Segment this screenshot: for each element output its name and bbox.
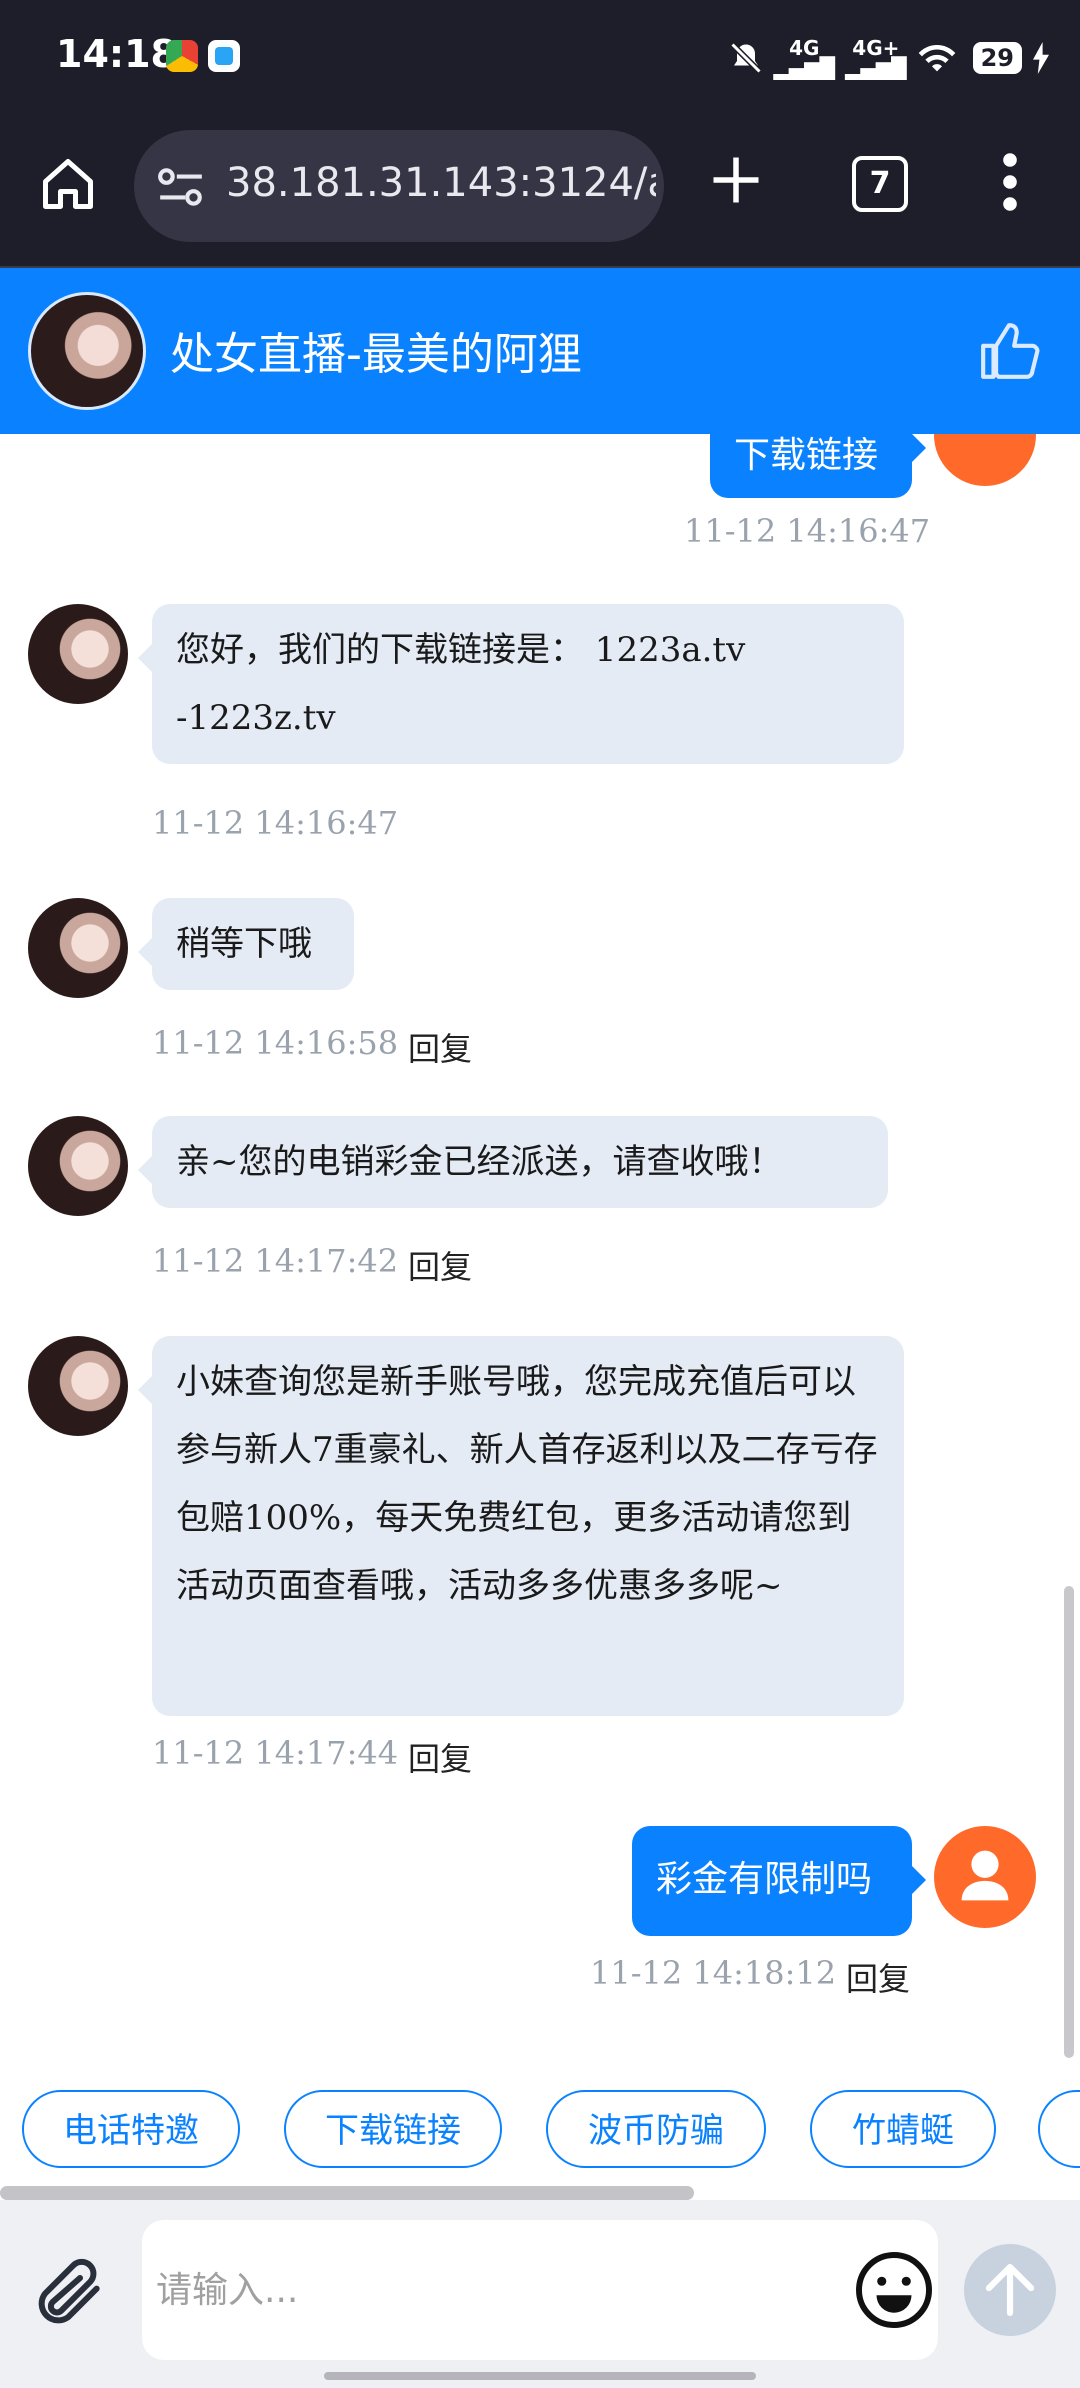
emoji-icon[interactable] <box>852 2248 936 2332</box>
reply-link[interactable]: 回复 <box>408 1734 472 1780</box>
plus-icon[interactable] <box>706 150 766 210</box>
chat-header: 处女直播-最美的阿狸 <box>0 268 1080 434</box>
reply-link[interactable]: 回复 <box>846 1954 910 2000</box>
message-text: 彩金有限制吗 <box>656 1859 873 1900</box>
more-vertical-icon[interactable] <box>990 152 1030 212</box>
url-text[interactable]: 38.181.31.143:3124/activity <box>226 160 656 206</box>
battery-level: 29 <box>972 42 1022 74</box>
messages-scrollbar[interactable] <box>1064 1586 1074 2058</box>
tune-icon[interactable] <box>156 162 206 212</box>
message-time: 11-12 14:18:12 <box>590 1954 837 1992</box>
person-icon <box>961 1850 1009 1901</box>
agent-avatar <box>28 898 128 998</box>
message-text: 您好，我们的下载链接是： 1223a.tv -1223z.tv <box>176 630 746 738</box>
message-time: 11-12 14:17:44 <box>152 1734 399 1772</box>
wifi-icon <box>918 44 955 72</box>
charging-icon <box>1033 42 1049 74</box>
send-button[interactable] <box>964 2244 1056 2336</box>
message-time: 11-12 14:16:47 <box>684 512 931 550</box>
user-avatar <box>934 1826 1036 1928</box>
message-list[interactable]: 下载链接 11-12 14:16:47 您好，我们的下载链接是： 1223a.t… <box>0 434 1080 2058</box>
status-icons: 4G ▂▄▆█ 4G+ ▂▄▆█ 29 <box>728 32 1050 84</box>
message-bubble-out: 下载链接 <box>710 434 926 498</box>
message-bubble-in: 亲~您的电销彩金已经派送，请查收哦！ <box>138 1116 888 1208</box>
quick-reply-chip[interactable]: 波币防骗 <box>546 2090 766 2168</box>
message-bubble-in: 您好，我们的下载链接是： 1223a.tv -1223z.tv <box>138 604 904 764</box>
quick-reply-chip[interactable]: 下载链接 <box>284 2090 502 2168</box>
quick-reply-bar: 电话特邀 下载链接 波币防骗 竹蜻蜓 <box>0 2058 1080 2188</box>
tabs-icon[interactable]: 7 <box>852 156 908 212</box>
message-text: 下载链接 <box>734 435 879 476</box>
chat-title: 处女直播-最美的阿狸 <box>170 329 582 380</box>
quick-reply-chip-partial[interactable] <box>1038 2090 1080 2168</box>
agent-avatar <box>28 1336 128 1436</box>
message-bubble-out: 彩金有限制吗 <box>632 1826 926 1936</box>
message-bubble-in: 稍等下哦 <box>138 898 354 990</box>
message-text: 稍等下哦 <box>176 924 312 964</box>
thumbs-up-icon[interactable] <box>978 320 1040 382</box>
message-time: 11-12 14:17:42 <box>152 1242 399 1280</box>
reply-link[interactable]: 回复 <box>408 1024 472 1070</box>
mute-icon <box>729 42 762 74</box>
agent-avatar <box>28 604 128 704</box>
quick-reply-chip[interactable]: 电话特邀 <box>22 2090 240 2168</box>
agent-avatar[interactable] <box>28 292 146 410</box>
home-icon[interactable] <box>38 154 98 214</box>
signal-2: 4G+ ▂▄▆█ <box>845 36 907 80</box>
app-notification-icon <box>208 40 240 72</box>
message-bubble-in: 小妹查询您是新手账号哦，您完成充值后可以参与新人7重豪礼、新人首存返利以及二存亏… <box>138 1336 904 1716</box>
message-time: 11-12 14:16:58 <box>152 1024 399 1062</box>
message-time: 11-12 14:16:47 <box>152 804 399 842</box>
user-avatar <box>934 434 1036 486</box>
message-text: 小妹查询您是新手账号哦，您完成充值后可以参与新人7重豪礼、新人首存返利以及二存亏… <box>176 1362 878 1606</box>
browser-toolbar: 38.181.31.143:3124/activity 7 <box>0 116 1080 268</box>
paperclip-icon[interactable] <box>30 2252 110 2332</box>
message-text: 亲~您的电销彩金已经派送，请查收哦！ <box>176 1142 783 1182</box>
quick-reply-chip[interactable]: 竹蜻蜓 <box>810 2090 996 2168</box>
chrome-icon <box>166 40 198 72</box>
address-bar[interactable]: 38.181.31.143:3124/activity <box>134 130 664 242</box>
gesture-bar[interactable] <box>324 2372 756 2380</box>
agent-avatar <box>28 1116 128 1216</box>
arrow-up-icon <box>985 2263 1035 2317</box>
input-bar <box>0 2200 1080 2388</box>
signal-1: 4G ▂▄▆█ <box>773 36 836 80</box>
status-bar: 14:18 4G ▂▄▆█ 4G+ ▂▄▆█ 29 <box>0 0 1080 116</box>
status-time: 14:18 <box>56 32 177 76</box>
message-input[interactable] <box>142 2220 938 2360</box>
reply-link[interactable]: 回复 <box>408 1242 472 1288</box>
quick-reply-scrollbar[interactable] <box>0 2186 694 2200</box>
